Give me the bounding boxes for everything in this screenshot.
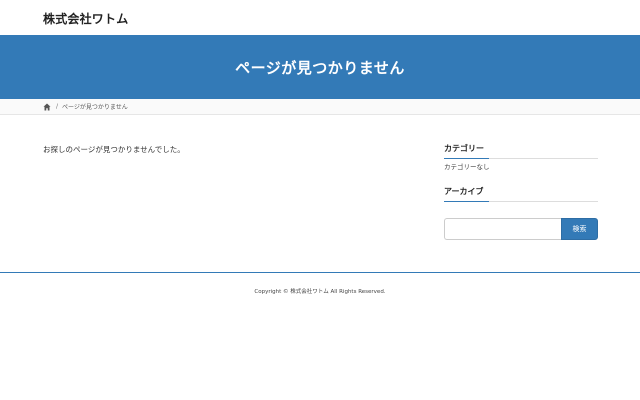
- archive-widget: アーカイブ: [444, 186, 598, 202]
- archive-widget-title: アーカイブ: [444, 186, 598, 202]
- site-header: 株式会社ワトム: [0, 0, 640, 35]
- main-content: お探しのページが見つかりませんでした。 カテゴリー カテゴリーなし アーカイブ …: [0, 115, 640, 272]
- site-title-link[interactable]: 株式会社ワトム: [43, 10, 128, 27]
- search-input[interactable]: [444, 218, 561, 240]
- category-empty-text: カテゴリーなし: [444, 163, 490, 171]
- sidebar: カテゴリー カテゴリーなし アーカイブ 検索: [444, 143, 598, 240]
- breadcrumb-separator: /: [56, 103, 59, 110]
- page-title: ページが見つかりません: [235, 58, 405, 77]
- search-form: 検索: [444, 218, 598, 240]
- home-icon-graphic: [43, 103, 51, 110]
- home-icon[interactable]: [43, 103, 51, 111]
- copyright-text: Copyright © 株式会社ワトム All Rights Reserved.: [254, 289, 386, 295]
- breadcrumb: / ページが見つかりません: [43, 102, 128, 111]
- search-button[interactable]: 検索: [561, 218, 598, 240]
- category-widget: カテゴリー カテゴリーなし: [444, 143, 598, 171]
- breadcrumb-current: ページが見つかりません: [62, 104, 128, 111]
- not-found-message: お探しのページが見つかりませんでした。: [43, 145, 185, 154]
- site-footer: Copyright © 株式会社ワトム All Rights Reserved.: [0, 272, 640, 313]
- breadcrumb-bar: / ページが見つかりません: [0, 99, 640, 115]
- page-header-banner: ページが見つかりません: [0, 35, 640, 99]
- category-widget-title: カテゴリー: [444, 143, 598, 159]
